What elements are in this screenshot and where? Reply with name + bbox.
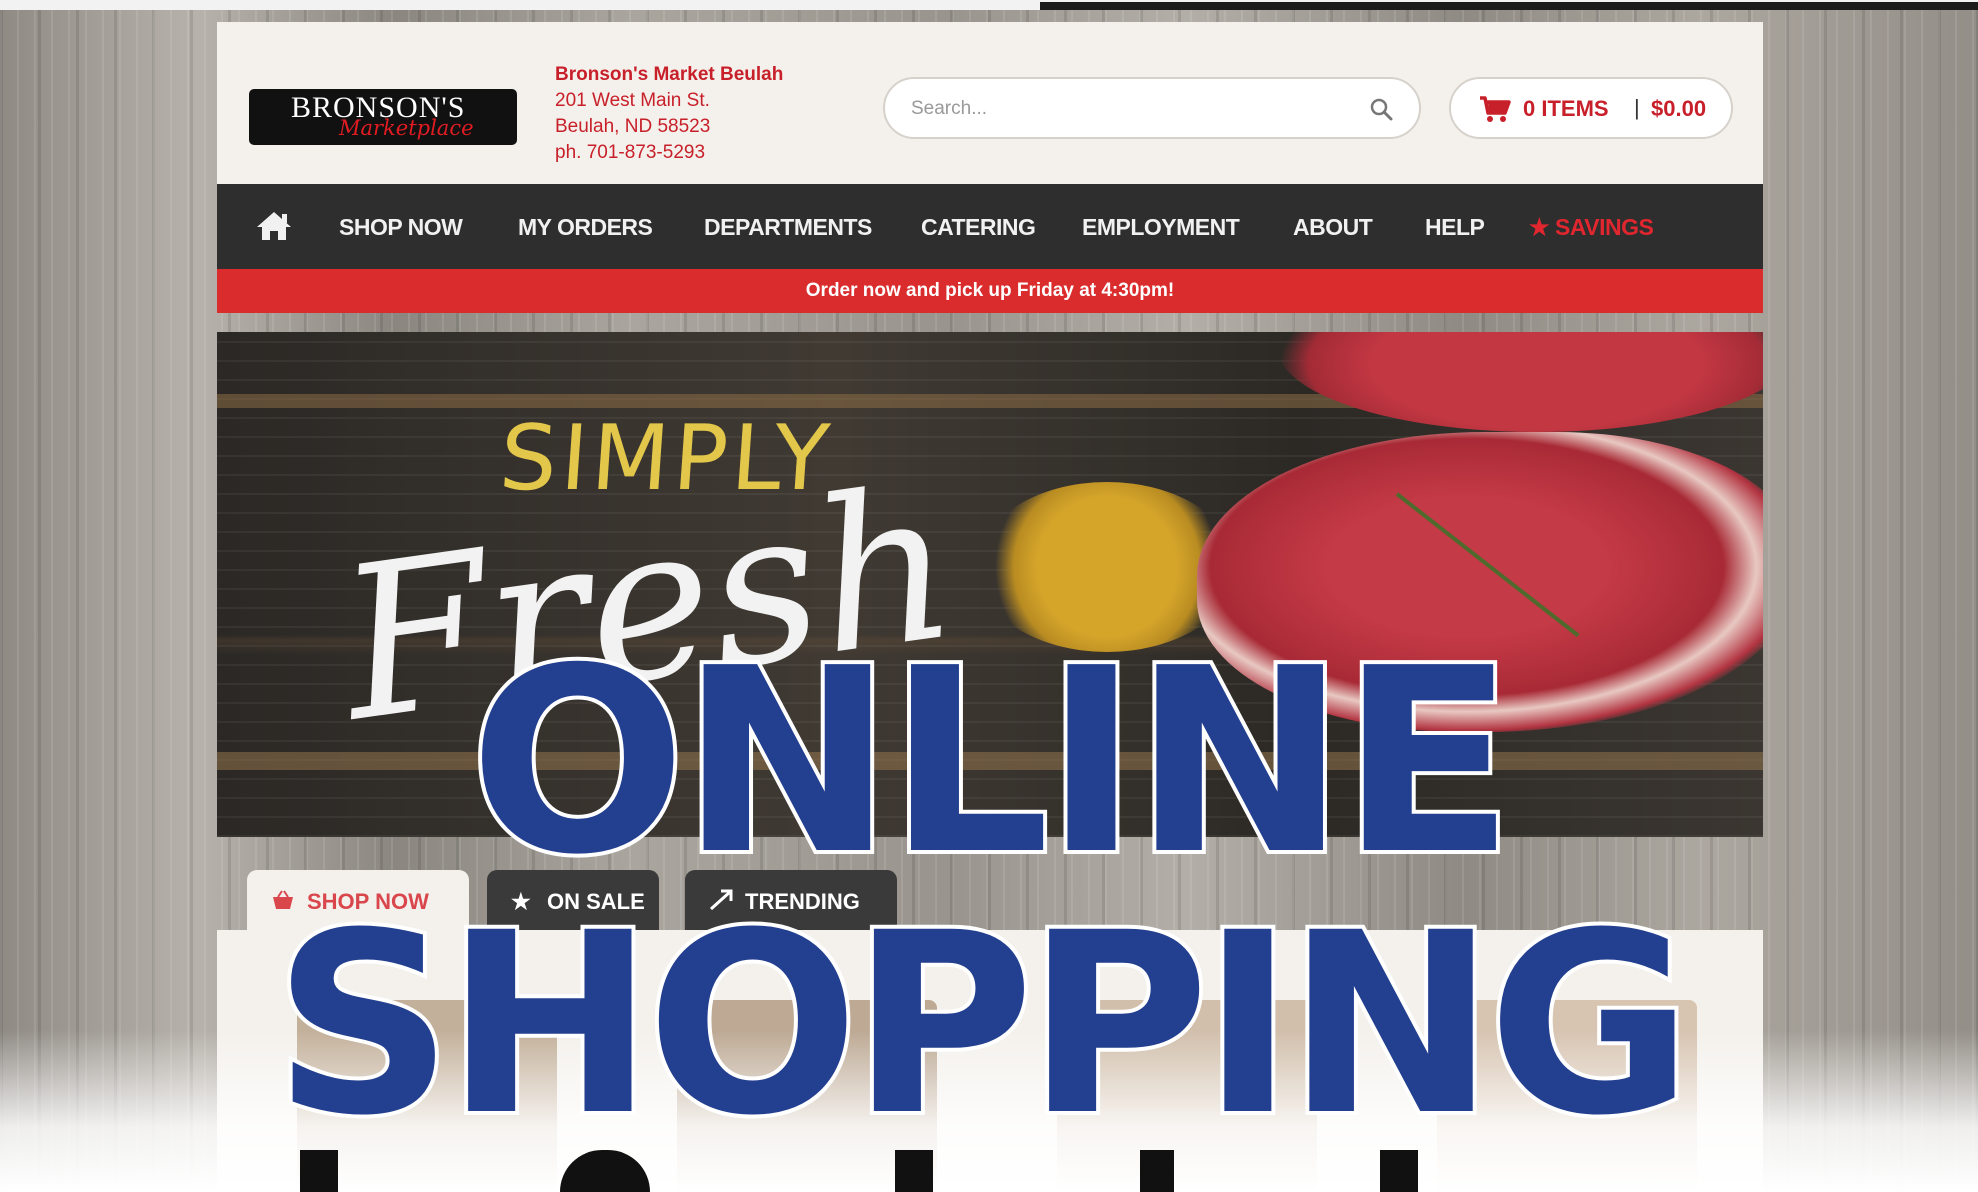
site-header: BRONSON'S Marketplace Bronson's Market B… xyxy=(217,22,1763,184)
nav-help[interactable]: HELP xyxy=(1425,214,1485,241)
cart-icon xyxy=(1480,96,1511,122)
nav-departments[interactable]: DEPARTMENTS xyxy=(704,214,872,241)
nav-savings[interactable]: ★ SAVINGS xyxy=(1529,214,1654,241)
nav-about[interactable]: ABOUT xyxy=(1293,214,1373,241)
star-icon: ★ xyxy=(1529,214,1550,240)
search-input[interactable] xyxy=(909,93,1353,125)
promo-banner: Order now and pick up Friday at 4:30pm! xyxy=(217,269,1763,313)
main-nav: SHOP NOW MY ORDERS DEPARTMENTS CATERING … xyxy=(217,184,1763,269)
nav-my-orders[interactable]: MY ORDERS xyxy=(518,214,653,241)
steak-image xyxy=(1277,332,1763,432)
store-address: 201 West Main St. xyxy=(555,90,710,111)
cropped-glyph xyxy=(1140,1150,1174,1192)
cropped-glyph xyxy=(1380,1150,1418,1192)
nav-shop-now[interactable]: SHOP NOW xyxy=(339,214,463,241)
top-bar xyxy=(1040,2,1978,10)
cropped-glyph xyxy=(895,1150,933,1192)
top-strip xyxy=(0,0,1978,10)
search-box xyxy=(883,77,1421,139)
cropped-glyph xyxy=(300,1150,338,1192)
store-logo[interactable]: BRONSON'S Marketplace xyxy=(249,89,517,145)
cart-separator: | xyxy=(1634,95,1640,120)
cart-item-count: 0 ITEMS xyxy=(1523,96,1609,121)
cart-total: $0.00 xyxy=(1651,96,1707,121)
store-name: Bronson's Market Beulah xyxy=(555,64,784,85)
store-city: Beulah, ND 58523 xyxy=(555,116,711,137)
nav-employment[interactable]: EMPLOYMENT xyxy=(1082,214,1240,241)
cart-button[interactable]: 0 ITEMS | $0.00 xyxy=(1449,77,1733,139)
store-info: Bronson's Market Beulah 201 West Main St… xyxy=(555,62,783,166)
nav-savings-label: SAVINGS xyxy=(1555,214,1654,240)
logo-script: Marketplace xyxy=(339,116,474,140)
store-phone: ph. 701-873-5293 xyxy=(555,142,706,163)
headline-online: ONLINE xyxy=(465,614,1518,911)
nav-catering[interactable]: CATERING xyxy=(921,214,1036,241)
headline-shopping: SHOPPING xyxy=(269,879,1697,1170)
search-icon[interactable] xyxy=(1369,97,1393,121)
home-icon[interactable] xyxy=(255,210,293,242)
